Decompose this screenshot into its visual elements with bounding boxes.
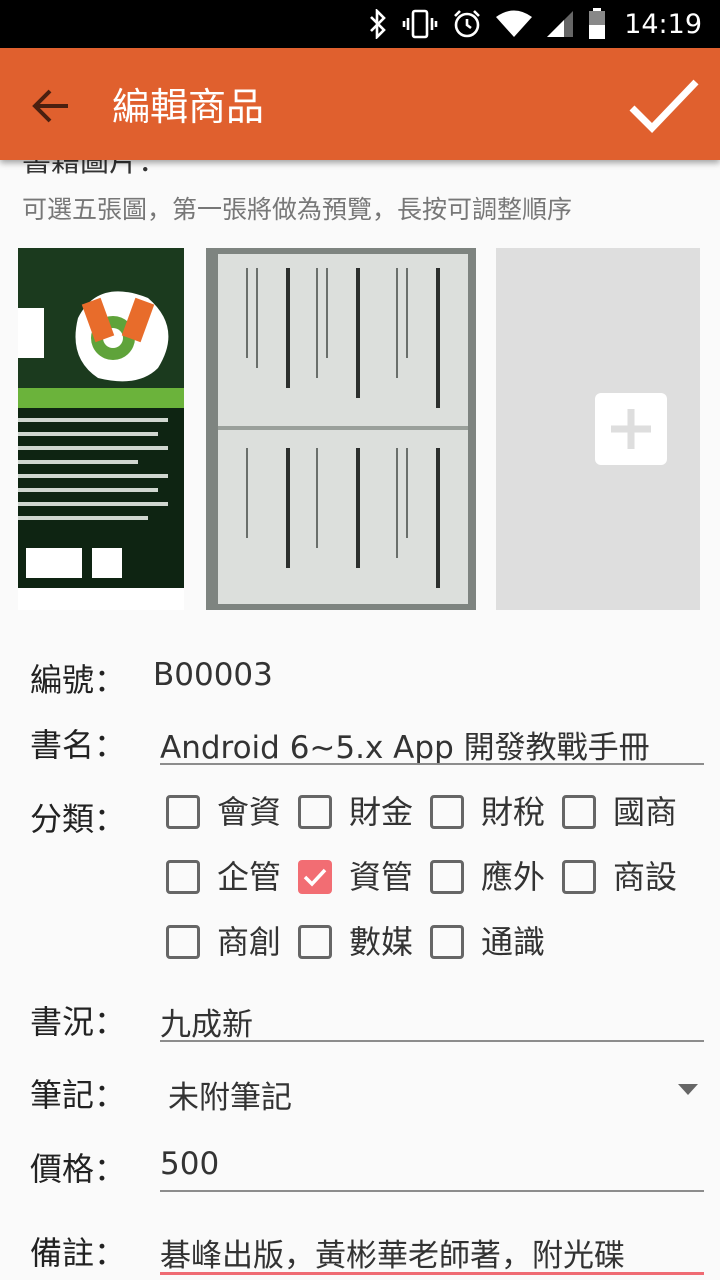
dropdown-arrow-icon[interactable] bbox=[678, 1084, 698, 1095]
save-button[interactable] bbox=[626, 70, 702, 140]
category-checkbox[interactable] bbox=[430, 795, 464, 829]
category-checkbox-label[interactable]: 應外 bbox=[481, 852, 545, 898]
edit-form[interactable]: 書籍圖片： 可選五張圖，第一張將做為預覽，長按可調整順序 編號： B00003 … bbox=[0, 160, 720, 1280]
images-hint: 可選五張圖，第一張將做為預覽，長按可調整順序 bbox=[22, 195, 573, 224]
category-checkbox-label[interactable]: 數媒 bbox=[349, 917, 413, 963]
remark-field[interactable]: 碁峰出版，黃彬華老師著，附光碟 bbox=[160, 1230, 625, 1275]
book-name-underline bbox=[160, 763, 704, 765]
notes-spinner[interactable]: 未附筆記 bbox=[168, 1072, 292, 1117]
category-label: 分類： bbox=[30, 800, 127, 838]
vibrate-icon bbox=[402, 9, 438, 39]
category-checkbox-label[interactable]: 通識 bbox=[481, 917, 545, 963]
book-image-1[interactable] bbox=[18, 248, 184, 610]
alarm-icon bbox=[454, 10, 481, 38]
category-checkbox-label[interactable]: 商創 bbox=[217, 917, 281, 963]
name-label: 書名： bbox=[30, 726, 127, 764]
condition-underline bbox=[160, 1040, 704, 1042]
book-name-field[interactable]: Android 6~5.x App 開發教戰手冊 bbox=[160, 722, 650, 767]
book-cover-image bbox=[18, 248, 184, 610]
category-checkbox[interactable] bbox=[298, 925, 332, 959]
category-checkbox[interactable] bbox=[430, 860, 464, 894]
category-checkbox-label[interactable]: 財稅 bbox=[481, 787, 545, 833]
category-checkbox-label[interactable]: 商設 bbox=[613, 852, 677, 898]
back-button[interactable] bbox=[22, 78, 78, 134]
clock: 14:19 bbox=[624, 8, 702, 40]
category-checkbox-label[interactable]: 資管 bbox=[349, 852, 413, 898]
id-label: 編號： bbox=[30, 661, 127, 699]
category-checkbox-label[interactable]: 財金 bbox=[349, 787, 413, 833]
category-checkbox[interactable] bbox=[562, 795, 596, 829]
signal-icon bbox=[547, 11, 574, 37]
status-bar: 14:19 bbox=[0, 0, 720, 48]
category-checkbox-label[interactable]: 國商 bbox=[613, 787, 677, 833]
add-image-button[interactable] bbox=[496, 248, 700, 610]
category-checkbox[interactable] bbox=[166, 795, 200, 829]
battery-icon bbox=[589, 8, 606, 39]
images-heading: 書籍圖片： bbox=[22, 160, 168, 178]
page-title: 編輯商品 bbox=[112, 85, 265, 129]
book-pages-image bbox=[206, 248, 476, 610]
bluetooth-icon bbox=[370, 9, 387, 39]
price-underline bbox=[160, 1190, 704, 1192]
category-checkbox-label[interactable]: 會資 bbox=[217, 787, 281, 833]
condition-field[interactable]: 九成新 bbox=[160, 999, 253, 1044]
category-checkbox[interactable] bbox=[166, 925, 200, 959]
check-icon bbox=[629, 79, 699, 134]
condition-label: 書況： bbox=[30, 1003, 127, 1041]
notes-label: 筆記： bbox=[30, 1076, 127, 1114]
category-checkbox[interactable] bbox=[562, 860, 596, 894]
checkmark-icon bbox=[303, 868, 327, 887]
category-checkbox[interactable] bbox=[298, 860, 332, 894]
remark-underline bbox=[160, 1272, 704, 1275]
id-value: B00003 bbox=[153, 657, 273, 693]
back-arrow-icon bbox=[32, 89, 68, 123]
category-checkbox-label[interactable]: 企管 bbox=[217, 852, 281, 898]
app-bar: 編輯商品 bbox=[0, 48, 720, 160]
wifi-icon bbox=[496, 10, 533, 37]
add-tile bbox=[595, 393, 667, 465]
category-checkbox[interactable] bbox=[298, 795, 332, 829]
remark-label: 備註： bbox=[30, 1234, 127, 1272]
category-checkbox[interactable] bbox=[166, 860, 200, 894]
price-field[interactable]: 500 bbox=[160, 1146, 219, 1182]
book-image-2[interactable] bbox=[206, 248, 476, 610]
price-label: 價格： bbox=[30, 1150, 127, 1188]
category-checkbox[interactable] bbox=[430, 925, 464, 959]
plus-icon bbox=[611, 409, 651, 449]
